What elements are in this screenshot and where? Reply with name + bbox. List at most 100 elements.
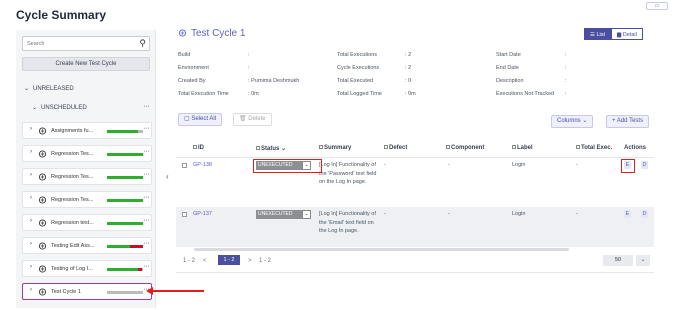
search-icon[interactable]: ⚲: [139, 38, 146, 49]
more-options-icon[interactable]: ···: [144, 263, 150, 270]
column-checkbox-icon: [319, 145, 323, 149]
cycle-executions-label: Cycle Executions: [337, 65, 380, 71]
header-defect[interactable]: Defect: [384, 145, 407, 151]
row-checkbox[interactable]: [182, 212, 187, 217]
tree-item-cycle[interactable]: › Regression Tes... ···: [22, 168, 152, 185]
more-options-icon[interactable]: ···: [144, 171, 150, 178]
columns-label: Columns: [557, 118, 581, 124]
create-test-cycle-button[interactable]: Create New Test Cycle: [22, 57, 150, 71]
search-box: ⚲: [22, 36, 150, 51]
header-status-label: Status: [261, 146, 280, 152]
tree-item-cycle[interactable]: › Test Cycle 1 ···: [22, 283, 152, 300]
tree-item-label: Regression Tes...: [51, 151, 94, 157]
select-all-button[interactable]: ▢ Select All: [178, 113, 223, 126]
tree-item-cycle[interactable]: › Regression test... ···: [22, 214, 152, 231]
next-page-button[interactable]: >: [248, 258, 252, 264]
header-total-exec[interactable]: Total Exec.: [576, 145, 612, 151]
list-view-button[interactable]: ☰ List: [584, 28, 612, 40]
expand-chevron-icon[interactable]: ›: [30, 172, 32, 178]
header-component[interactable]: Component: [446, 145, 484, 151]
cycle-tree-panel: ⚲ Create New Test Cycle ⌄UNRELEASED ⌄UNS…: [16, 30, 156, 308]
cycle-title: Test Cycle 1: [178, 28, 245, 39]
tree-item-cycle[interactable]: › Regression Tes... ···: [22, 191, 152, 208]
prev-page-button[interactable]: <: [203, 258, 207, 264]
tree-item-cycle[interactable]: › Regression Tes... ···: [22, 145, 152, 162]
details-action-button[interactable]: D: [641, 210, 648, 218]
tree-item-cycle[interactable]: › Assignments fu... ···: [22, 122, 152, 139]
unscheduled-section[interactable]: ⌄ UNSCHEDULED: [32, 104, 87, 111]
environment-value: :: [248, 65, 250, 71]
tree-item-label: Regression test...: [51, 220, 94, 226]
page-size-dropdown-icon[interactable]: ⌄: [636, 255, 650, 266]
total-exec-value: -: [576, 162, 578, 168]
progress-segment-pass: [107, 130, 138, 133]
description-value: :: [565, 78, 567, 84]
expand-chevron-icon[interactable]: ›: [30, 149, 32, 155]
header-id-label: ID: [198, 145, 204, 151]
progress-segment-fail: [130, 245, 143, 248]
tree-item-label: Regression Tes...: [51, 174, 94, 180]
expand-chevron-icon[interactable]: ›: [30, 264, 32, 270]
issue-id-link[interactable]: GP-137: [193, 211, 212, 217]
cycle-executions-text: 2: [408, 65, 412, 71]
chevron-down-icon: ⌄: [32, 105, 38, 111]
details-action-button[interactable]: D: [641, 161, 648, 169]
annotation-arrow-head: [146, 287, 153, 295]
total-executed-value: : 0: [405, 78, 412, 84]
page-size-value[interactable]: 50: [603, 255, 633, 266]
more-options-icon[interactable]: ···: [144, 217, 150, 224]
detail-view-button[interactable]: ▆ Detail: [611, 28, 643, 40]
header-id[interactable]: ID: [193, 145, 204, 151]
search-input[interactable]: [23, 37, 133, 50]
build-value: :: [248, 52, 250, 58]
collapse-panel-icon[interactable]: ‹: [166, 172, 169, 181]
page-title: Cycle Summary: [16, 8, 107, 22]
bottom-divider: [176, 272, 654, 273]
tree-item-cycle[interactable]: › Testing of Log I... ···: [22, 260, 152, 277]
horizontal-scrollbar[interactable]: [194, 248, 569, 251]
progress-segment-pass: [107, 245, 130, 248]
unreleased-section[interactable]: ⌄ UNRELEASED: [24, 85, 74, 92]
detail-view-label: Detail: [622, 32, 637, 38]
tree-item-label: Assignments fu...: [51, 128, 94, 134]
pagination-right-text: 1 - 2: [259, 258, 272, 264]
unscheduled-label: UNSCHEDULED: [41, 105, 87, 111]
total-executed-text: 0: [408, 78, 412, 84]
add-tests-button[interactable]: + Add Tests: [606, 115, 650, 128]
tree-item-cycle[interactable]: › Testing Edit Ass... ···: [22, 237, 152, 254]
progress-bar: [107, 199, 143, 202]
column-checkbox-icon: [384, 145, 388, 149]
chevron-down-icon: ⌄: [582, 118, 588, 124]
more-options-icon[interactable]: ···: [144, 148, 150, 155]
columns-button[interactable]: Columns ⌄: [551, 115, 594, 128]
row-checkbox[interactable]: [182, 163, 187, 168]
header-status[interactable]: Status ⌄: [256, 145, 286, 152]
more-options-icon[interactable]: ···: [144, 194, 150, 201]
progress-bar: [107, 176, 143, 179]
expand-chevron-icon[interactable]: ›: [30, 287, 32, 293]
current-page[interactable]: 1 - 2: [218, 255, 240, 265]
progress-bar: [107, 222, 143, 225]
progress-segment-pass: [107, 222, 143, 225]
header-summary-label: Summary: [324, 145, 352, 151]
top-right-button[interactable]: ▭: [646, 2, 668, 10]
checkbox-icon: ▢: [184, 116, 190, 122]
header-summary[interactable]: Summary: [319, 145, 351, 151]
expand-chevron-icon[interactable]: ›: [30, 241, 32, 247]
status-dropdown[interactable]: UNEXECUTED ⌄: [256, 210, 311, 219]
expand-chevron-icon[interactable]: ›: [30, 195, 32, 201]
action-highlight-box: [621, 159, 635, 173]
expand-chevron-icon[interactable]: ›: [30, 126, 32, 132]
unscheduled-more-icon[interactable]: ···: [144, 103, 150, 110]
cycle-executions-value: : 2: [405, 65, 412, 71]
issue-id-link[interactable]: GP-138: [193, 162, 212, 168]
column-checkbox-icon: [512, 145, 516, 149]
more-options-icon[interactable]: ···: [144, 240, 150, 247]
header-label[interactable]: Label: [512, 145, 533, 151]
expand-chevron-icon[interactable]: ›: [30, 218, 32, 224]
delete-button[interactable]: 🗑 Delete: [233, 113, 272, 126]
execute-action-button[interactable]: E: [624, 210, 631, 218]
more-options-icon[interactable]: ···: [144, 125, 150, 132]
created-by-value: : Purnima Deshmukh: [248, 78, 300, 84]
list-view-label: List: [596, 32, 606, 38]
